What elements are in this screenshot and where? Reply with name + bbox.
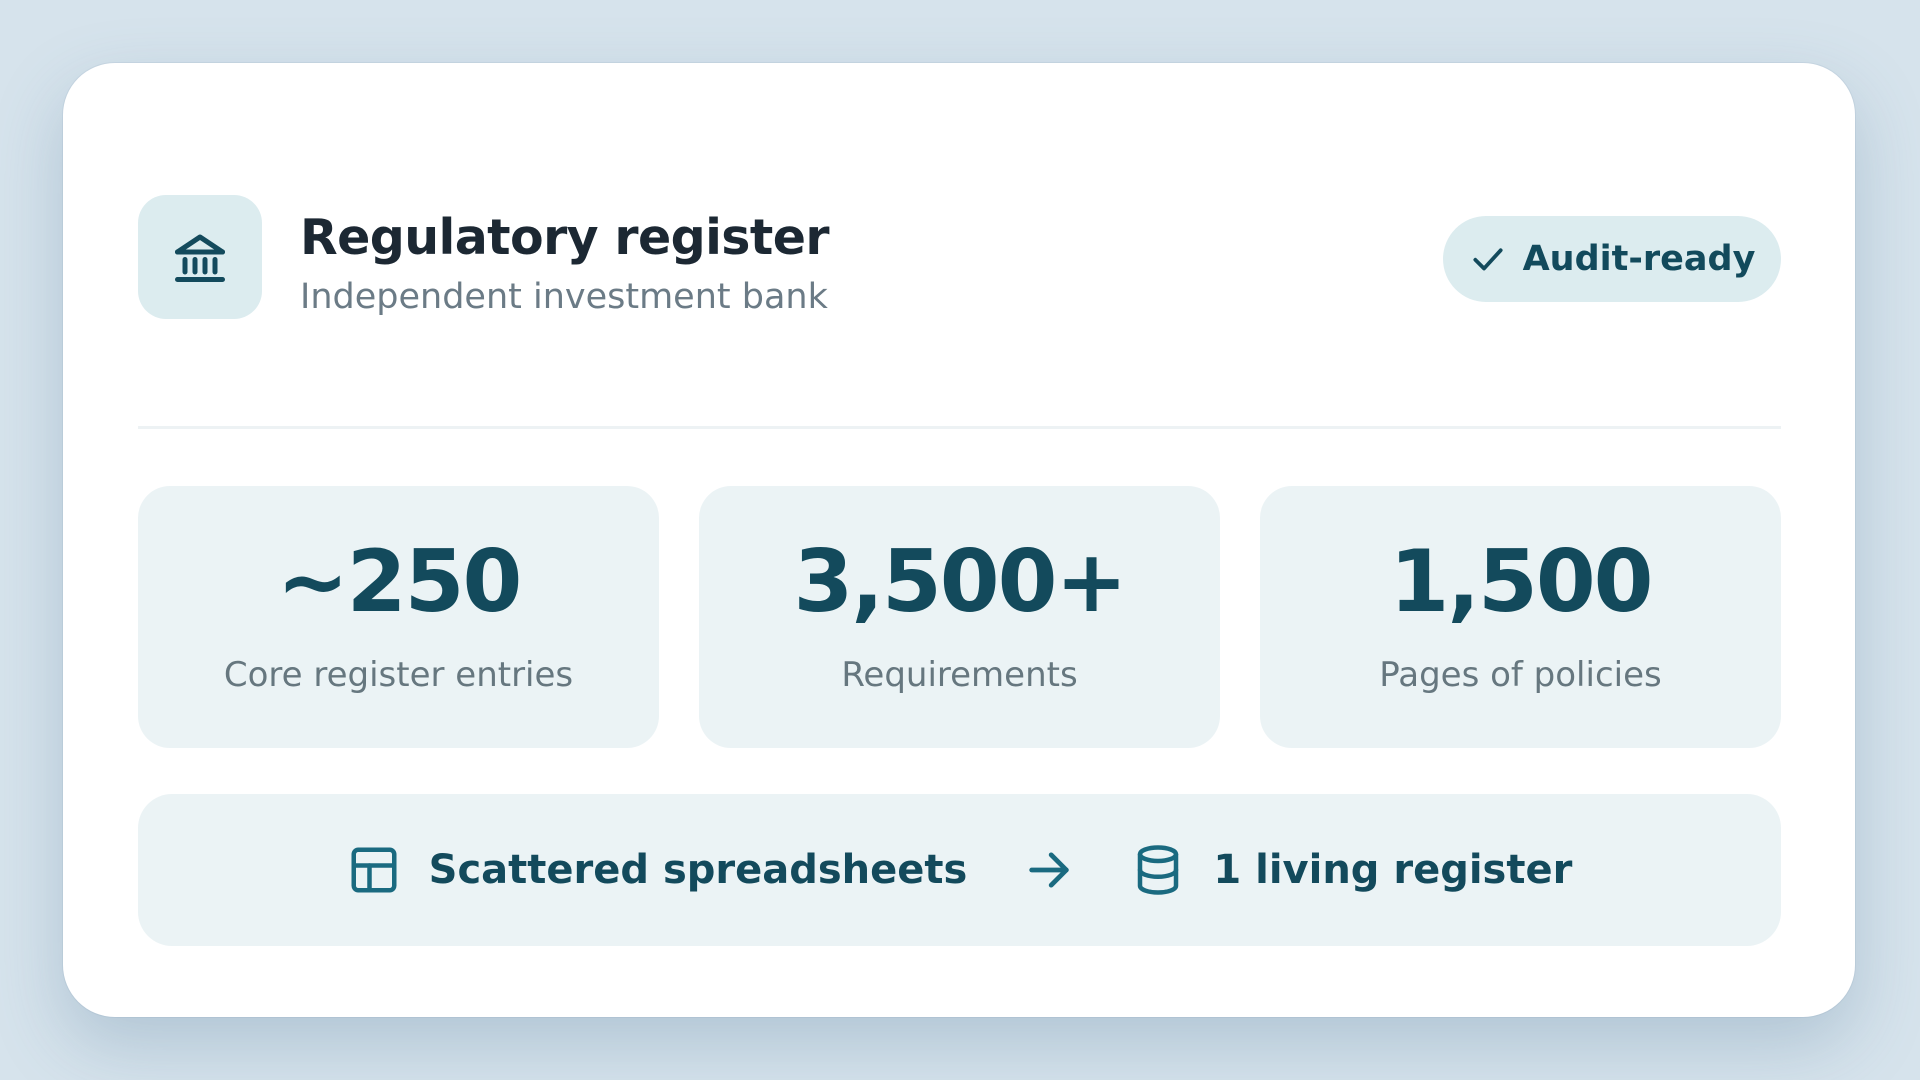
stat-card-register-entries: ~250 Core register entries — [138, 486, 659, 748]
stat-value: 1,500 — [1389, 532, 1653, 632]
audit-ready-badge: Audit-ready — [1443, 216, 1781, 302]
stat-label: Core register entries — [223, 655, 574, 695]
from-item: Scattered spreadsheets — [347, 843, 968, 897]
transformation-banner: Scattered spreadsheets 1 living register — [138, 794, 1781, 946]
bank-building-icon — [170, 227, 230, 287]
header-divider — [138, 426, 1781, 429]
badge-label: Audit-ready — [1522, 239, 1756, 279]
stat-card-policy-pages: 1,500 Pages of policies — [1260, 486, 1781, 748]
stats-row: ~250 Core register entries 3,500+ Requir… — [138, 486, 1781, 748]
arrow-right-icon — [1023, 844, 1075, 896]
to-item: 1 living register — [1131, 843, 1572, 897]
stat-value: ~250 — [276, 532, 523, 632]
to-label: 1 living register — [1213, 847, 1573, 893]
stat-card-requirements: 3,500+ Requirements — [699, 486, 1220, 748]
summary-card: Regulatory register Independent investme… — [63, 63, 1855, 1017]
stat-value: 3,500+ — [793, 532, 1127, 632]
stat-label: Requirements — [841, 655, 1078, 695]
stat-label: Pages of policies — [1379, 655, 1662, 695]
table-icon — [347, 843, 401, 897]
logo-tile — [138, 195, 262, 319]
page-title: Regulatory register — [300, 209, 830, 266]
database-icon — [1131, 843, 1185, 897]
page-subtitle: Independent investment bank — [300, 277, 828, 317]
card-header: Regulatory register Independent investme… — [138, 195, 1781, 320]
check-icon — [1469, 240, 1507, 278]
from-label: Scattered spreadsheets — [428, 847, 968, 893]
